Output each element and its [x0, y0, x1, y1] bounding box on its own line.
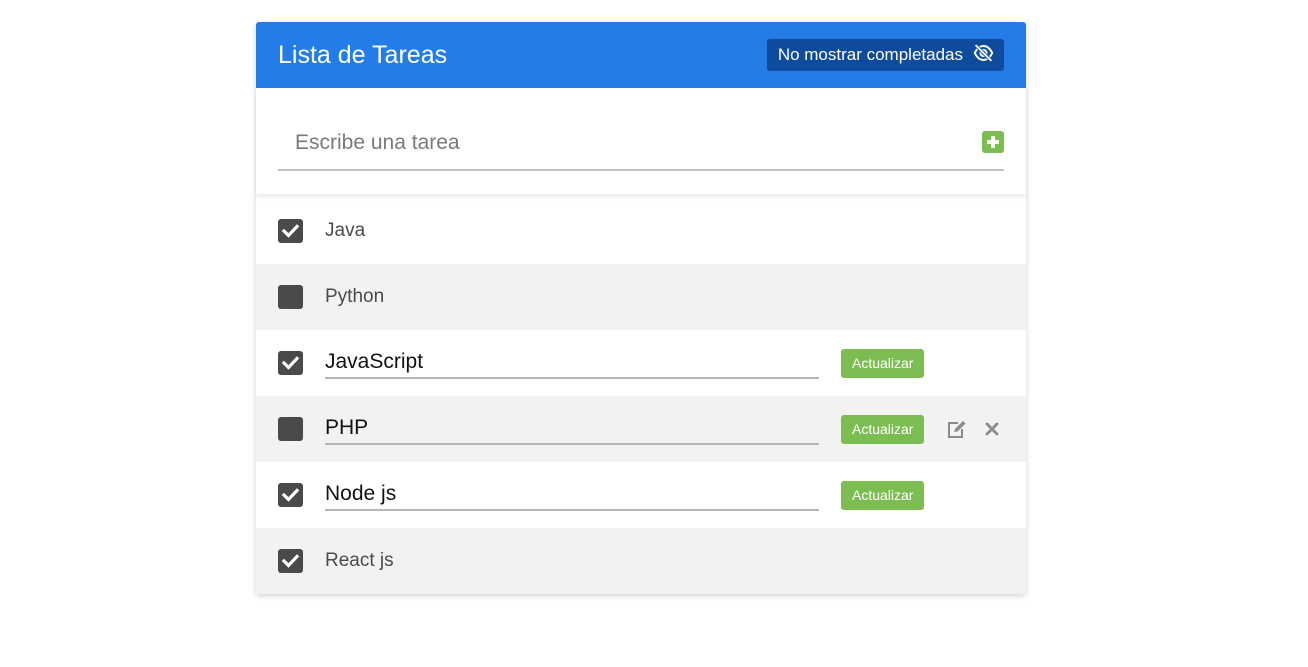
eye-slash-icon [973, 43, 994, 67]
new-task-area [256, 88, 1026, 194]
update-button[interactable]: Actualizar [841, 480, 925, 510]
hide-completed-button[interactable]: No mostrar completadas [766, 39, 1004, 71]
page-title: Lista de Tareas [278, 40, 448, 69]
header: Lista de Tareas No mostrar completadas [256, 22, 1026, 88]
task-checkbox[interactable] [278, 285, 303, 309]
task-row: Python [256, 264, 1026, 330]
edit-icon[interactable] [946, 420, 967, 439]
plus-square-icon[interactable] [982, 131, 1004, 153]
hide-completed-label: No mostrar completadas [777, 45, 963, 64]
task-row: Java [256, 198, 1026, 264]
task-row: Actualizar [256, 330, 1026, 396]
task-checkbox[interactable] [278, 219, 303, 243]
check-icon [281, 554, 300, 568]
task-row: Actualizar [256, 396, 1026, 462]
todo-card: Lista de Tareas No mostrar completadas J… [256, 22, 1026, 594]
check-icon [281, 224, 300, 238]
task-actions [946, 420, 999, 439]
task-label[interactable]: Java [325, 220, 365, 242]
task-label[interactable]: React js [325, 550, 394, 572]
check-icon [281, 488, 300, 502]
close-icon[interactable] [985, 422, 999, 436]
update-button[interactable]: Actualizar [841, 414, 925, 444]
task-label[interactable]: Python [325, 286, 384, 308]
task-list: Java Python Actualizar Actualizar [256, 198, 1026, 594]
task-row: React js [256, 528, 1026, 594]
task-edit-input[interactable] [325, 479, 819, 511]
task-checkbox[interactable] [278, 483, 303, 507]
check-icon [281, 356, 300, 370]
update-button[interactable]: Actualizar [841, 348, 925, 378]
new-task-input[interactable] [278, 117, 1004, 171]
task-checkbox[interactable] [278, 549, 303, 573]
task-row: Actualizar [256, 462, 1026, 528]
task-edit-input[interactable] [325, 413, 819, 445]
task-checkbox[interactable] [278, 351, 303, 375]
task-checkbox[interactable] [278, 417, 303, 441]
task-edit-input[interactable] [325, 347, 819, 379]
